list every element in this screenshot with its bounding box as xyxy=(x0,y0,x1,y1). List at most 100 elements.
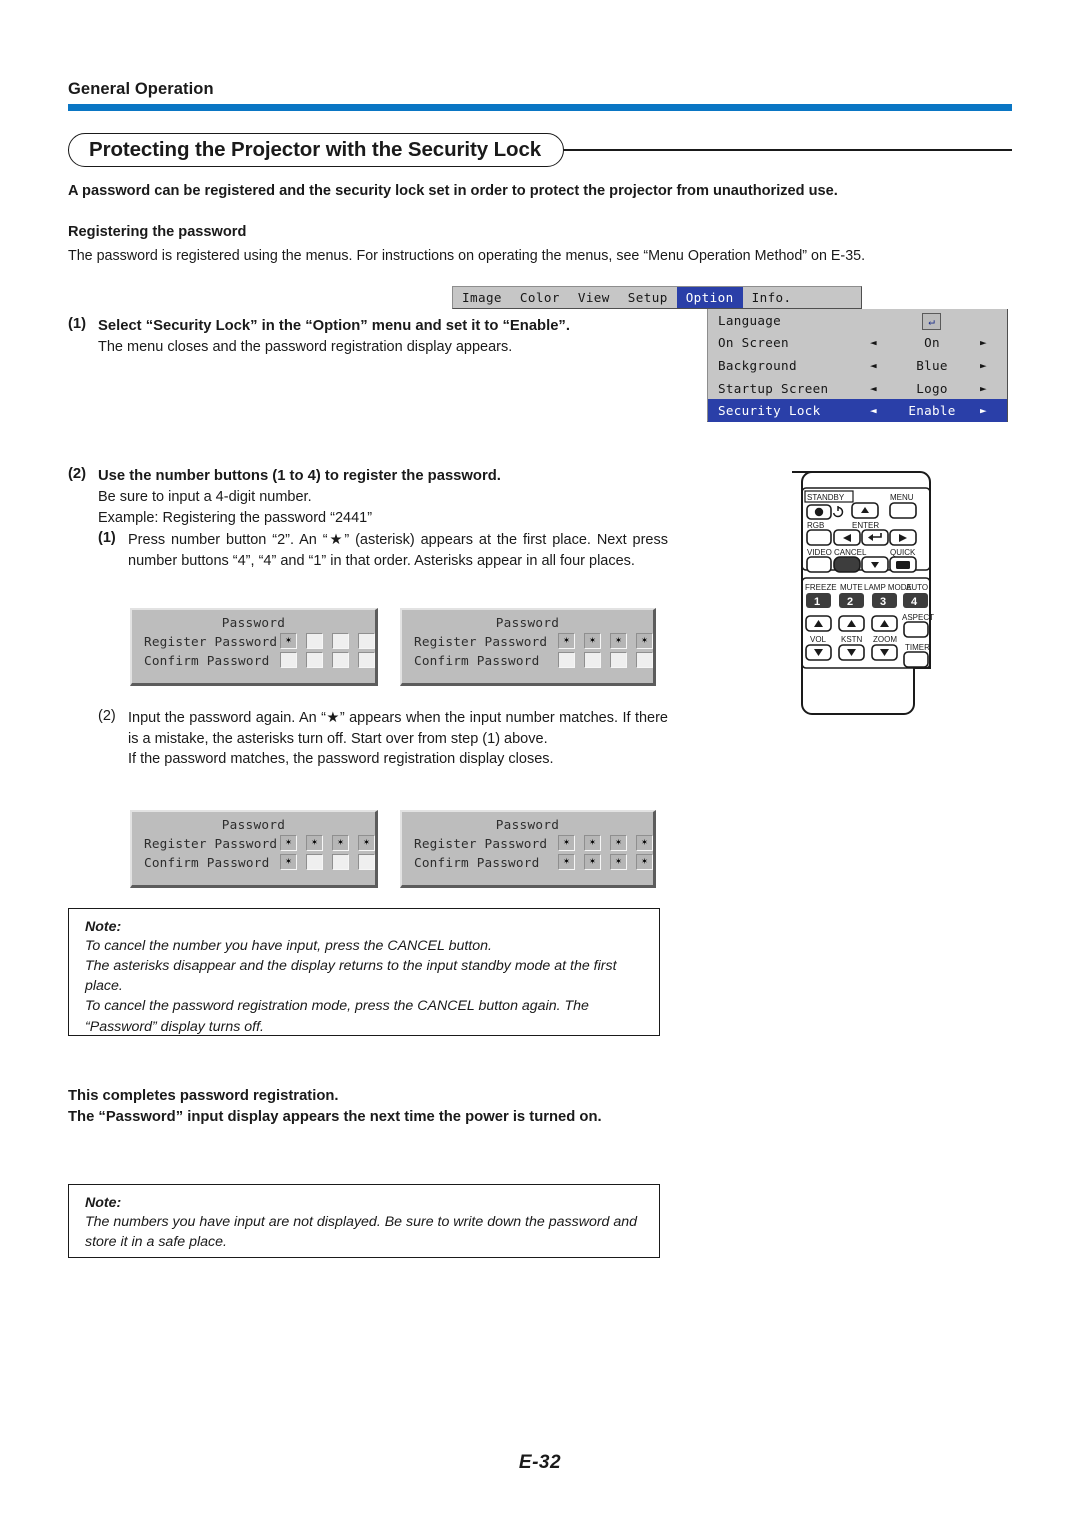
menu-button[interactable] xyxy=(889,502,917,519)
password-cell[interactable] xyxy=(306,854,323,870)
note-line: To cancel the password registration mode… xyxy=(85,998,589,1035)
osd-row-on-screen[interactable]: On Screen ◄ On ► xyxy=(708,332,1007,355)
password-cell[interactable]: ✶ xyxy=(636,835,653,851)
standby-power-dot[interactable] xyxy=(814,507,824,517)
substep-2-text-2: If the password matches, the password re… xyxy=(128,751,554,768)
osd-tab-bar: Image Color View Setup Option Info. xyxy=(452,286,862,309)
password-cell[interactable]: ✶ xyxy=(610,854,627,870)
password-cell[interactable]: ✶ xyxy=(584,854,601,870)
password-cell[interactable]: ✶ xyxy=(584,835,601,851)
password-cell[interactable]: ✶ xyxy=(280,854,297,870)
password-cell[interactable]: ✶ xyxy=(558,633,575,649)
left-arrow-icon[interactable]: ◄ xyxy=(870,359,877,372)
note-box-2: Note: The numbers you have input are not… xyxy=(68,1184,660,1258)
page-number: E-32 xyxy=(518,1452,562,1473)
left-arrow-icon[interactable]: ◄ xyxy=(870,336,877,349)
confirm-password-label: Confirm Password xyxy=(144,652,270,668)
remote-label-rgb: RGB xyxy=(807,521,824,530)
password-dialog-title: Password xyxy=(495,817,560,832)
password-cell[interactable] xyxy=(358,652,375,668)
osd-tab-label: Info. xyxy=(751,290,792,305)
password-cell[interactable]: ✶ xyxy=(636,633,653,649)
osd-row-label: Background xyxy=(718,357,797,373)
password-cell[interactable] xyxy=(636,652,653,668)
cancel-button[interactable] xyxy=(833,556,861,573)
aspect-button[interactable] xyxy=(903,621,929,638)
osd-row-value: Enable xyxy=(908,403,956,419)
password-cell[interactable] xyxy=(358,633,375,649)
left-arrow-icon[interactable]: ◄ xyxy=(870,382,877,395)
password-cell[interactable] xyxy=(610,652,627,668)
timer-button[interactable] xyxy=(903,651,929,668)
password-cell[interactable]: ✶ xyxy=(636,854,653,870)
enter-key-icon[interactable]: ↵ xyxy=(922,313,941,330)
osd-tab-color[interactable]: Color xyxy=(511,287,569,308)
substep-2-number: (2) xyxy=(98,708,116,724)
osd-tab-label: View xyxy=(577,290,610,305)
camera-icon xyxy=(896,561,910,569)
right-arrow-icon[interactable]: ► xyxy=(980,336,987,349)
osd-tab-label: Image xyxy=(462,290,502,305)
password-cell[interactable] xyxy=(558,652,575,668)
password-cell[interactable]: ✶ xyxy=(610,633,627,649)
password-cell[interactable]: ✶ xyxy=(558,835,575,851)
closing-text: This completes password registration. Th… xyxy=(68,1086,668,1129)
remote-label-lamp-mode: LAMP MODE xyxy=(864,583,912,592)
password-cell[interactable] xyxy=(306,633,323,649)
password-cell[interactable]: ✶ xyxy=(558,854,575,870)
confirm-password-cells xyxy=(280,652,375,668)
note-line: To cancel the number you have input, pre… xyxy=(85,938,492,954)
password-cell[interactable] xyxy=(280,652,297,668)
register-password-row: Register Password ✶ ✶ ✶ ✶ xyxy=(414,835,653,851)
left-arrow-icon[interactable]: ◄ xyxy=(870,404,877,417)
osd-row-language[interactable]: Language ↵ xyxy=(708,309,1007,332)
password-cell[interactable] xyxy=(332,652,349,668)
osd-row-security-lock[interactable]: Security Lock ◄ Enable ► xyxy=(708,399,1007,422)
rgb-button[interactable] xyxy=(806,529,832,546)
note-line: The asterisks disappear and the display … xyxy=(85,958,617,995)
right-arrow-icon[interactable]: ► xyxy=(980,382,987,395)
password-cell[interactable] xyxy=(358,854,375,870)
password-cell[interactable]: ✶ xyxy=(332,835,349,851)
note-box-1: Note: To cancel the number you have inpu… xyxy=(68,908,660,1036)
remote-label-cancel: CANCEL xyxy=(834,548,867,557)
osd-tab-option[interactable]: Option xyxy=(676,287,743,308)
osd-tab-info[interactable]: Info. xyxy=(743,287,801,308)
right-arrow-icon[interactable]: ► xyxy=(980,404,987,417)
header-rule xyxy=(68,104,1012,111)
password-cell[interactable]: ✶ xyxy=(280,633,297,649)
osd-row-value: Logo xyxy=(916,380,948,396)
osd-tab-setup[interactable]: Setup xyxy=(619,287,677,308)
password-cell[interactable]: ✶ xyxy=(358,835,375,851)
password-cell[interactable] xyxy=(306,652,323,668)
confirm-password-cells: ✶ xyxy=(280,854,375,870)
closing-line-1: This completes password registration. xyxy=(68,1088,339,1104)
password-dialog-2b: Password Register Password ✶ ✶ ✶ ✶ Confi… xyxy=(400,810,656,888)
password-cell[interactable]: ✶ xyxy=(280,835,297,851)
password-cell[interactable] xyxy=(584,652,601,668)
osd-row-label: Language xyxy=(718,312,782,328)
password-cell[interactable] xyxy=(332,633,349,649)
number-button-3-label: 3 xyxy=(880,596,886,608)
osd-row-label: On Screen xyxy=(718,335,789,351)
confirm-password-row: Confirm Password ✶ ✶ ✶ ✶ xyxy=(414,854,653,870)
password-cell[interactable] xyxy=(332,854,349,870)
osd-row-background[interactable]: Background ◄ Blue ► xyxy=(708,354,1007,377)
password-cell[interactable]: ✶ xyxy=(584,633,601,649)
password-cell[interactable]: ✶ xyxy=(610,835,627,851)
substep-1: (1) Press number button “2”. An “★” (ast… xyxy=(98,530,668,571)
remote-label-mute: MUTE xyxy=(840,583,863,592)
osd-tab-image[interactable]: Image xyxy=(453,287,511,308)
remote-label-standby: STANDBY xyxy=(807,493,845,502)
remote-label-auto: AUTO xyxy=(906,583,928,592)
video-button[interactable] xyxy=(806,556,832,573)
number-button-1-label: 1 xyxy=(814,596,820,608)
right-arrow-icon[interactable]: ► xyxy=(980,359,987,372)
running-head: General Operation xyxy=(68,80,214,98)
step-2-line-2: Example: Registering the password “2441” xyxy=(98,509,373,526)
password-cell[interactable]: ✶ xyxy=(306,835,323,851)
osd-tab-view[interactable]: View xyxy=(569,287,619,308)
step-2: (2) Use the number buttons (1 to 4) to r… xyxy=(68,466,668,571)
osd-tab-label: Setup xyxy=(627,290,668,305)
osd-row-startup-screen[interactable]: Startup Screen ◄ Logo ► xyxy=(708,377,1007,400)
